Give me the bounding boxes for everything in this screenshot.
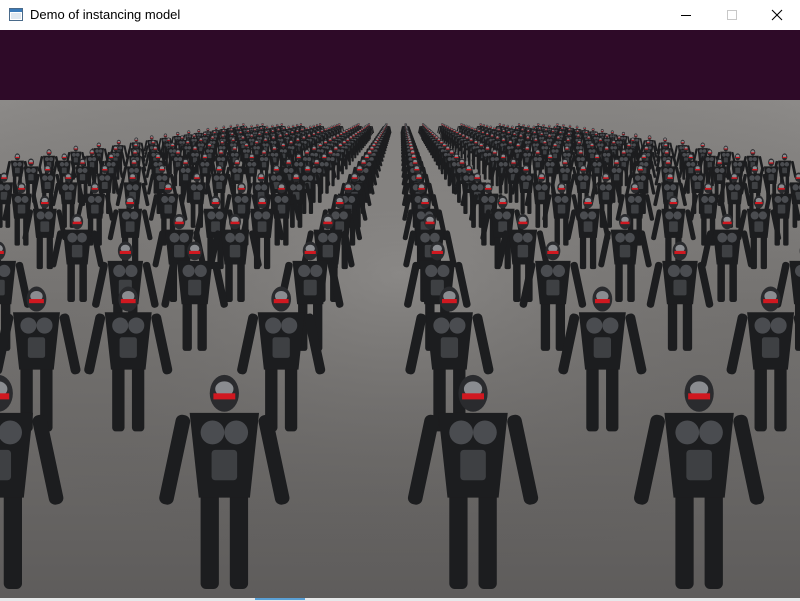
app-window-icon xyxy=(9,8,23,21)
sky-background xyxy=(0,30,800,108)
minimize-button[interactable] xyxy=(663,0,709,30)
app-window: Demo of instancing model xyxy=(0,0,800,601)
render-viewport[interactable] xyxy=(0,30,800,598)
maximize-button[interactable] xyxy=(709,0,755,30)
title-bar[interactable]: Demo of instancing model xyxy=(0,0,800,30)
taskbar-accent xyxy=(255,598,305,600)
minimize-icon xyxy=(681,15,691,16)
close-button[interactable] xyxy=(754,0,800,30)
window-title: Demo of instancing model xyxy=(30,7,181,22)
scene-canvas xyxy=(0,30,800,598)
close-icon xyxy=(771,9,783,21)
maximize-icon xyxy=(727,10,737,20)
